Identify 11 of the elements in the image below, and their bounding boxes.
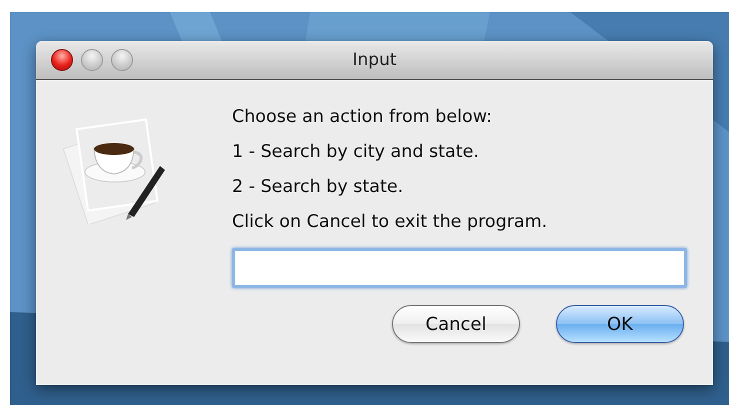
- minimize-icon[interactable]: [81, 49, 103, 71]
- cancel-button[interactable]: Cancel: [392, 305, 520, 343]
- message-line: 1 - Search by city and state.: [232, 141, 480, 164]
- ok-button[interactable]: OK: [556, 305, 684, 343]
- input-field[interactable]: [232, 248, 687, 288]
- close-icon[interactable]: [51, 49, 73, 71]
- message-line: Click on Cancel to exit the program.: [232, 211, 548, 234]
- message-line: Choose an action from below:: [232, 106, 493, 129]
- message-line: 2 - Search by state.: [232, 176, 404, 199]
- window-title: Input: [352, 50, 397, 70]
- zoom-icon[interactable]: [111, 49, 133, 71]
